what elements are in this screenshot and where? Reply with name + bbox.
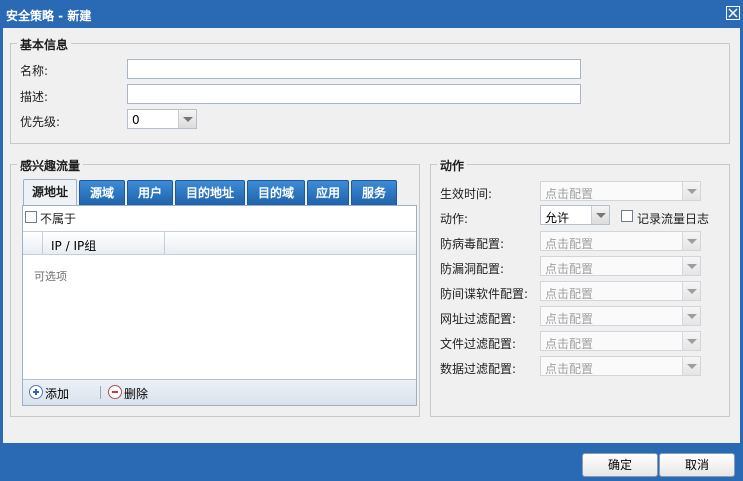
add-icon (29, 385, 43, 399)
grid-toolbar: 添加 删除 (23, 379, 416, 405)
tab-destination-zone[interactable]: 目的域 (247, 180, 305, 205)
tab-source-address[interactable]: 源地址 (23, 179, 77, 205)
chevron-down-icon[interactable] (591, 206, 609, 224)
grid-empty-text: 可选项 (34, 270, 67, 283)
chevron-down-icon[interactable] (682, 257, 700, 275)
basic-info-legend: 基本信息 (17, 36, 72, 53)
priority-value: 0 (132, 113, 140, 127)
tab-destination-address[interactable]: 目的地址 (175, 180, 245, 205)
data-filter-label: 数据过滤配置: (440, 362, 517, 376)
name-label: 名称: (20, 64, 49, 78)
traffic-legend: 感兴趣流量 (17, 157, 84, 174)
url-filter-label: 网址过滤配置: (440, 312, 517, 326)
delete-button[interactable]: 删除 (108, 385, 158, 401)
not-belong-label: 不属于 (40, 212, 77, 226)
priority-select[interactable]: 0 (127, 109, 197, 129)
not-belong-checkbox[interactable] (25, 211, 37, 223)
chevron-down-icon[interactable] (682, 332, 700, 350)
close-button[interactable] (726, 6, 740, 20)
titlebar: 安全策略 - 新建 (0, 0, 743, 28)
description-input[interactable] (127, 84, 581, 104)
ip-column-label: IP / IP组 (51, 239, 97, 253)
spyware-label: 防间谍软件配置: (440, 287, 529, 301)
effective-time-label: 生效时间: (440, 187, 493, 201)
dialog-body: 基本信息 名称: 描述: 优先级: 0 感兴趣流量 源地址 源域 用户 目的地址… (3, 28, 740, 443)
spyware-select[interactable]: 点击配置 (540, 281, 701, 301)
add-button[interactable]: 添加 (29, 385, 89, 401)
delete-label: 删除 (124, 387, 149, 401)
chevron-down-icon[interactable] (682, 357, 700, 375)
name-input[interactable] (127, 59, 581, 79)
file-filter-value: 点击配置 (545, 337, 594, 351)
effective-time-select[interactable]: 点击配置 (540, 181, 701, 201)
url-filter-value: 点击配置 (545, 312, 594, 326)
chevron-down-icon[interactable] (178, 110, 196, 128)
chevron-down-icon[interactable] (682, 182, 700, 200)
tab-source-zone[interactable]: 源域 (79, 180, 125, 205)
tab-service[interactable]: 服务 (351, 180, 397, 205)
effective-time-value: 点击配置 (545, 187, 594, 201)
ip-column-header[interactable]: IP / IP组 (43, 232, 165, 254)
add-label: 添加 (45, 387, 70, 401)
log-traffic-checkbox[interactable] (621, 210, 633, 222)
antivirus-value: 点击配置 (545, 237, 594, 251)
priority-label: 优先级: (20, 115, 61, 129)
security-policy-dialog: 安全策略 - 新建 基本信息 名称: 描述: 优先级: 0 感兴趣流量 源地址 … (0, 0, 743, 481)
source-address-panel: 不属于 IP / IP组 可选项 添加 删除 (22, 205, 417, 406)
file-filter-select[interactable]: 点击配置 (540, 331, 701, 351)
url-filter-select[interactable]: 点击配置 (540, 306, 701, 326)
ok-button[interactable]: 确定 (582, 453, 658, 477)
remove-icon (108, 385, 122, 399)
action-legend: 动作 (437, 157, 468, 174)
chevron-down-icon[interactable] (682, 232, 700, 250)
spyware-value: 点击配置 (545, 287, 594, 301)
log-traffic-label: 记录流量日志 (637, 212, 710, 226)
file-filter-label: 文件过滤配置: (440, 337, 517, 351)
action-label: 动作: (440, 212, 469, 226)
vulnerability-value: 点击配置 (545, 262, 594, 276)
data-filter-value: 点击配置 (545, 362, 594, 376)
address-grid-header: IP / IP组 (23, 231, 416, 255)
close-icon (728, 8, 738, 18)
chevron-down-icon[interactable] (682, 307, 700, 325)
data-filter-select[interactable]: 点击配置 (540, 356, 701, 376)
window-title: 安全策略 - 新建 (6, 9, 92, 23)
action-value: 允许 (545, 211, 570, 225)
antivirus-select[interactable]: 点击配置 (540, 231, 701, 251)
toolbar-divider (100, 386, 101, 399)
description-label: 描述: (20, 90, 49, 104)
dialog-footer: 确定 取消 (0, 443, 743, 481)
cancel-button[interactable]: 取消 (659, 453, 735, 477)
vulnerability-label: 防漏洞配置: (440, 262, 505, 276)
chevron-down-icon[interactable] (682, 282, 700, 300)
tab-user[interactable]: 用户 (127, 180, 173, 205)
vulnerability-select[interactable]: 点击配置 (540, 256, 701, 276)
action-select[interactable]: 允许 (540, 205, 610, 225)
antivirus-label: 防病毒配置: (440, 237, 505, 251)
row-number-header (23, 232, 43, 254)
tab-application[interactable]: 应用 (307, 180, 349, 205)
